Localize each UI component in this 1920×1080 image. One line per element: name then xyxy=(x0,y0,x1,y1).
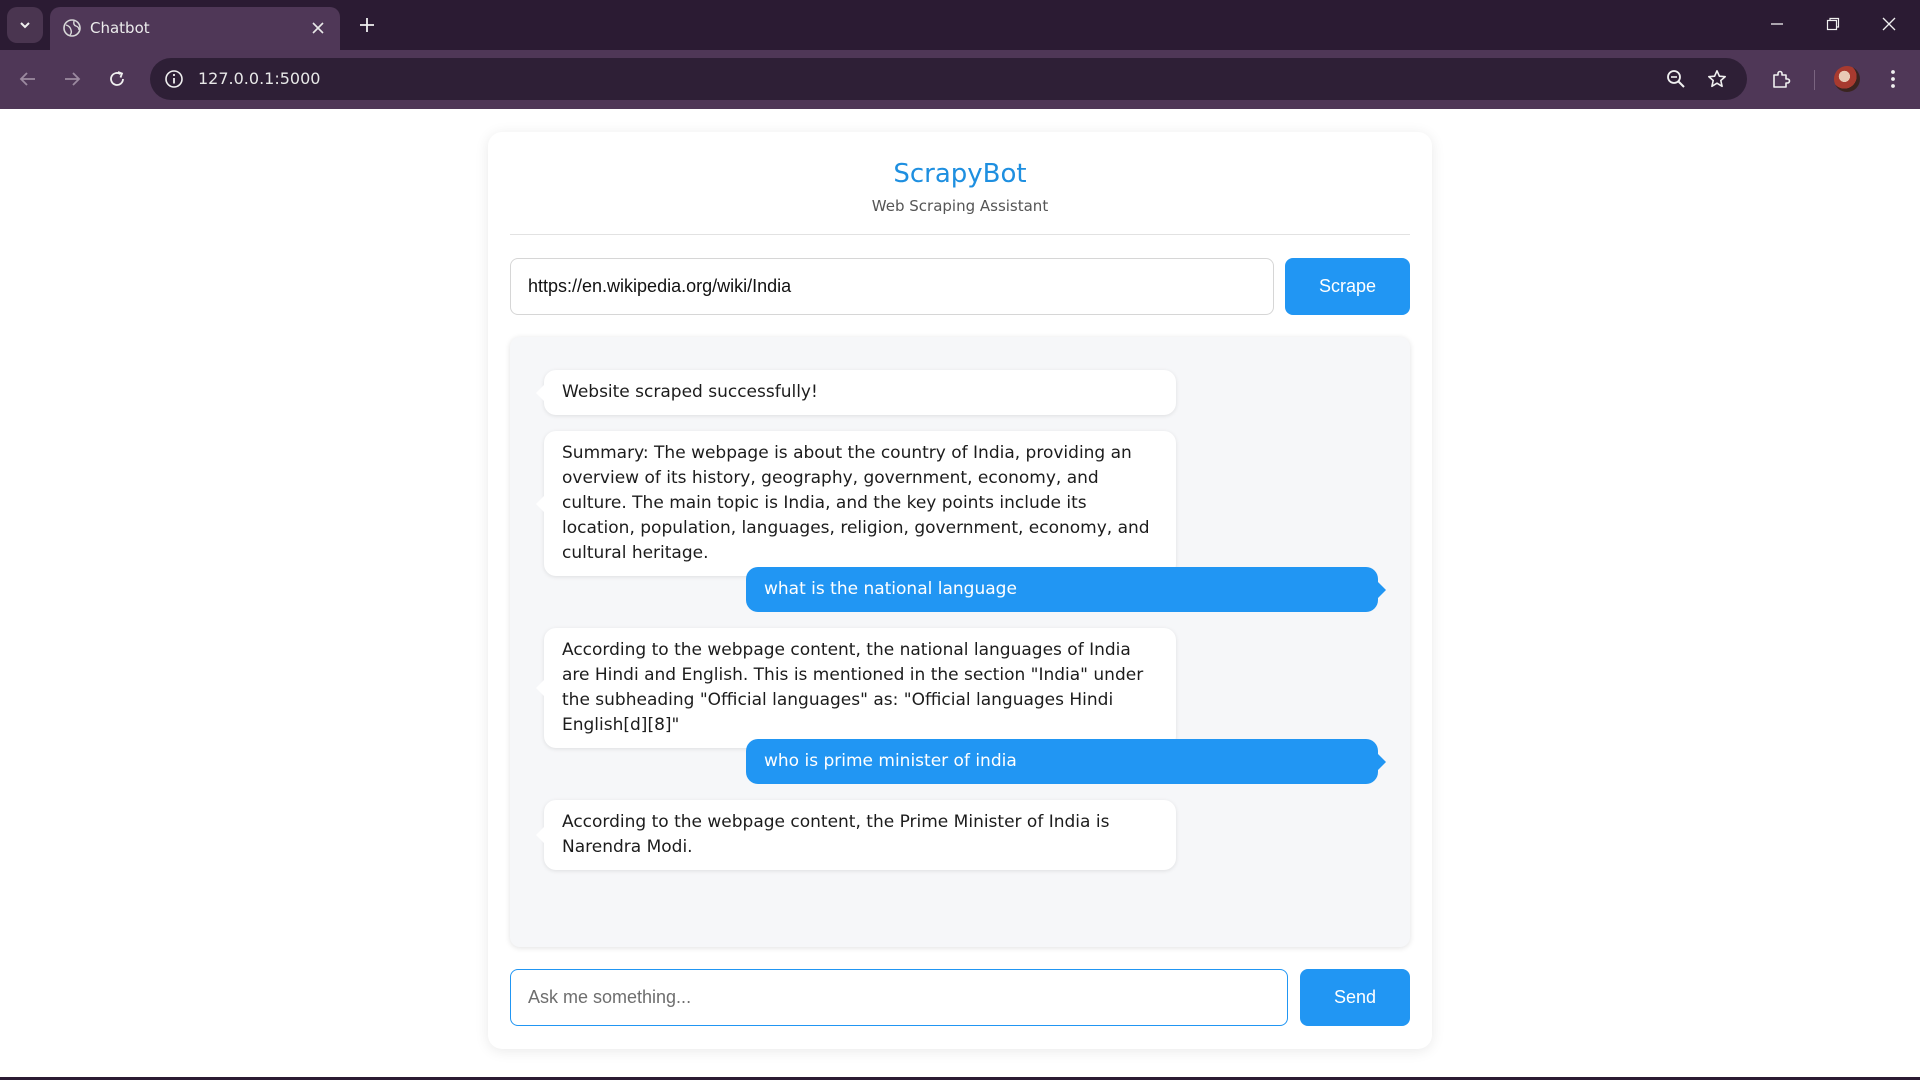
star-icon xyxy=(1708,70,1726,88)
site-info-button[interactable] xyxy=(160,65,188,93)
avatar xyxy=(1834,66,1860,92)
minimize-icon xyxy=(1771,23,1783,25)
new-tab-button[interactable] xyxy=(353,11,381,39)
restore-icon xyxy=(1826,17,1840,31)
globe-icon xyxy=(63,19,81,37)
reload-icon xyxy=(110,71,124,86)
puzzle-icon xyxy=(1773,70,1791,88)
chat-messages[interactable]: Website scraped successfully! Summary: T… xyxy=(510,337,1410,947)
browser-tab-strip: Chatbot xyxy=(0,0,1920,50)
browser-toolbar: 127.0.0.1:5000 xyxy=(0,50,1920,109)
app-header: ScrapyBot Web Scraping Assistant xyxy=(510,156,1410,235)
toolbar-divider xyxy=(1814,70,1815,90)
scrape-button[interactable]: Scrape xyxy=(1285,258,1410,315)
browser-menu-button[interactable] xyxy=(1876,62,1910,96)
app-title: ScrapyBot xyxy=(893,159,1027,189)
bot-message: According to the webpage content, the Pr… xyxy=(536,800,1176,870)
extensions-button[interactable] xyxy=(1764,62,1798,96)
tab-close-button[interactable] xyxy=(306,16,330,40)
forward-button[interactable] xyxy=(55,62,89,96)
close-window-button[interactable] xyxy=(1866,8,1912,40)
tab-title: Chatbot xyxy=(90,19,150,37)
close-icon xyxy=(312,22,324,34)
kebab-menu-icon xyxy=(1891,70,1895,88)
zoom-out-icon xyxy=(1667,70,1685,88)
arrow-left-icon xyxy=(19,72,35,86)
user-message: who is prime minister of india xyxy=(746,739,1386,784)
profile-button[interactable] xyxy=(1830,62,1864,96)
chevron-down-icon xyxy=(20,22,30,29)
reload-button[interactable] xyxy=(100,62,134,96)
close-icon xyxy=(1882,17,1896,31)
send-button[interactable]: Send xyxy=(1300,969,1410,1026)
info-icon xyxy=(165,70,183,88)
plus-icon xyxy=(360,18,374,32)
app-subtitle: Web Scraping Assistant xyxy=(871,197,1049,215)
message-input[interactable] xyxy=(510,969,1288,1026)
restore-button[interactable] xyxy=(1810,8,1856,40)
bot-message: According to the webpage content, the na… xyxy=(536,628,1176,748)
scrape-url-input[interactable] xyxy=(510,258,1274,315)
bot-message: Website scraped successfully! xyxy=(536,370,1176,415)
url-text[interactable]: 127.0.0.1:5000 xyxy=(198,69,320,88)
tab-search-button[interactable] xyxy=(7,7,43,43)
user-message: what is the national language xyxy=(746,567,1386,612)
tab-chatbot[interactable]: Chatbot xyxy=(50,7,340,50)
back-button[interactable] xyxy=(11,62,45,96)
bot-message: Summary: The webpage is about the countr… xyxy=(536,431,1176,576)
zoom-button[interactable] xyxy=(1662,65,1690,93)
minimize-button[interactable] xyxy=(1754,8,1800,40)
arrow-right-icon xyxy=(65,72,81,86)
bookmark-button[interactable] xyxy=(1703,65,1731,93)
chatbot-card: ScrapyBot Web Scraping Assistant Scrape … xyxy=(488,132,1432,1049)
address-bar[interactable]: 127.0.0.1:5000 xyxy=(150,58,1747,100)
